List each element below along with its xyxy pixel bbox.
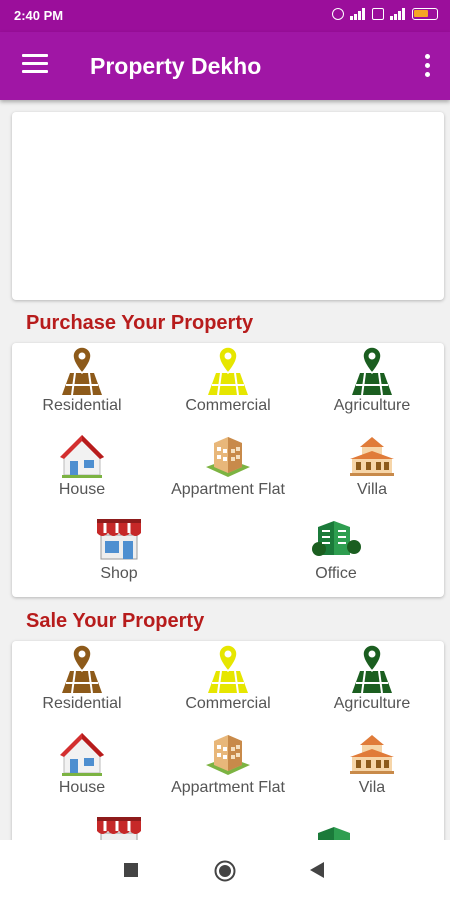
apartment-building-icon (206, 437, 250, 477)
sale-agriculture[interactable]: Agriculture (297, 643, 447, 713)
commercial-map-pin-icon (208, 346, 248, 396)
purchase-residential-label: Residential (42, 397, 122, 414)
sale-house[interactable]: House (7, 727, 157, 797)
sale-section-title: Sale Your Property (26, 610, 205, 632)
purchase-villa-label: Villa (357, 481, 387, 498)
purchase-villa[interactable]: Villa (297, 429, 447, 499)
purchase-apartment-flat[interactable]: Appartment Flat (153, 429, 303, 499)
overflow-menu-icon[interactable] (420, 54, 434, 80)
purchase-house[interactable]: House (7, 429, 157, 499)
home-circle-icon[interactable] (214, 860, 236, 882)
purchase-apartment-flat-label: Appartment Flat (171, 481, 285, 498)
residential-map-pin-icon (62, 346, 102, 396)
residential-map-pin-icon (62, 644, 102, 694)
purchase-section-title: Purchase Your Property (26, 312, 254, 334)
back-triangle-icon[interactable] (310, 862, 324, 878)
volte-icon (372, 8, 384, 20)
sale-commercial[interactable]: Commercial (153, 643, 303, 713)
commercial-map-pin-icon (208, 644, 248, 694)
agriculture-map-pin-icon (352, 644, 392, 694)
sale-apartment-flat[interactable]: Appartment Flat (153, 727, 303, 797)
sale-apartment-flat-label: Appartment Flat (171, 779, 285, 796)
banner-slider[interactable] (12, 112, 444, 300)
system-nav-bar (0, 840, 450, 900)
purchase-residential[interactable]: Residential (7, 345, 157, 415)
sale-villa-label: Vila (358, 779, 386, 796)
purchase-card: Residential Commercial Agriculture House… (12, 343, 444, 597)
sale-house-label: House (58, 779, 106, 796)
app-bar: Property Dekho (0, 32, 450, 100)
apartment-building-icon (206, 735, 250, 775)
signal-icon-2 (390, 8, 406, 20)
recents-square-icon[interactable] (124, 863, 138, 877)
agriculture-map-pin-icon (352, 346, 392, 396)
purchase-office[interactable]: Office (261, 513, 411, 583)
purchase-house-label: House (58, 481, 106, 498)
status-bar: 2:40 PM (0, 0, 450, 32)
signal-icon (350, 8, 366, 20)
sale-agriculture-label: Agriculture (333, 695, 411, 712)
battery-icon (412, 8, 438, 20)
sale-villa[interactable]: Vila (297, 727, 447, 797)
house-icon (60, 733, 104, 776)
shop-icon (97, 519, 141, 560)
purchase-office-label: Office (315, 565, 357, 582)
purchase-commercial[interactable]: Commercial (153, 345, 303, 415)
status-time: 2:40 PM (14, 8, 64, 23)
office-building-icon (312, 521, 361, 556)
purchase-shop[interactable]: Shop (44, 513, 194, 583)
alarm-icon (332, 8, 344, 20)
purchase-agriculture-label: Agriculture (333, 397, 411, 414)
sale-card: Residential Commercial Agriculture House… (12, 641, 447, 862)
villa-icon (350, 437, 394, 476)
purchase-agriculture[interactable]: Agriculture (297, 345, 447, 415)
sale-residential-label: Residential (42, 695, 122, 712)
hamburger-menu-icon[interactable] (22, 54, 48, 76)
sale-commercial-label: Commercial (185, 695, 271, 712)
purchase-commercial-label: Commercial (185, 397, 271, 414)
purchase-shop-label: Shop (100, 565, 138, 582)
status-icons (332, 8, 438, 20)
sale-residential[interactable]: Residential (7, 643, 157, 713)
villa-icon (350, 735, 394, 774)
house-icon (60, 435, 104, 478)
app-title: Property Dekho (90, 53, 262, 79)
